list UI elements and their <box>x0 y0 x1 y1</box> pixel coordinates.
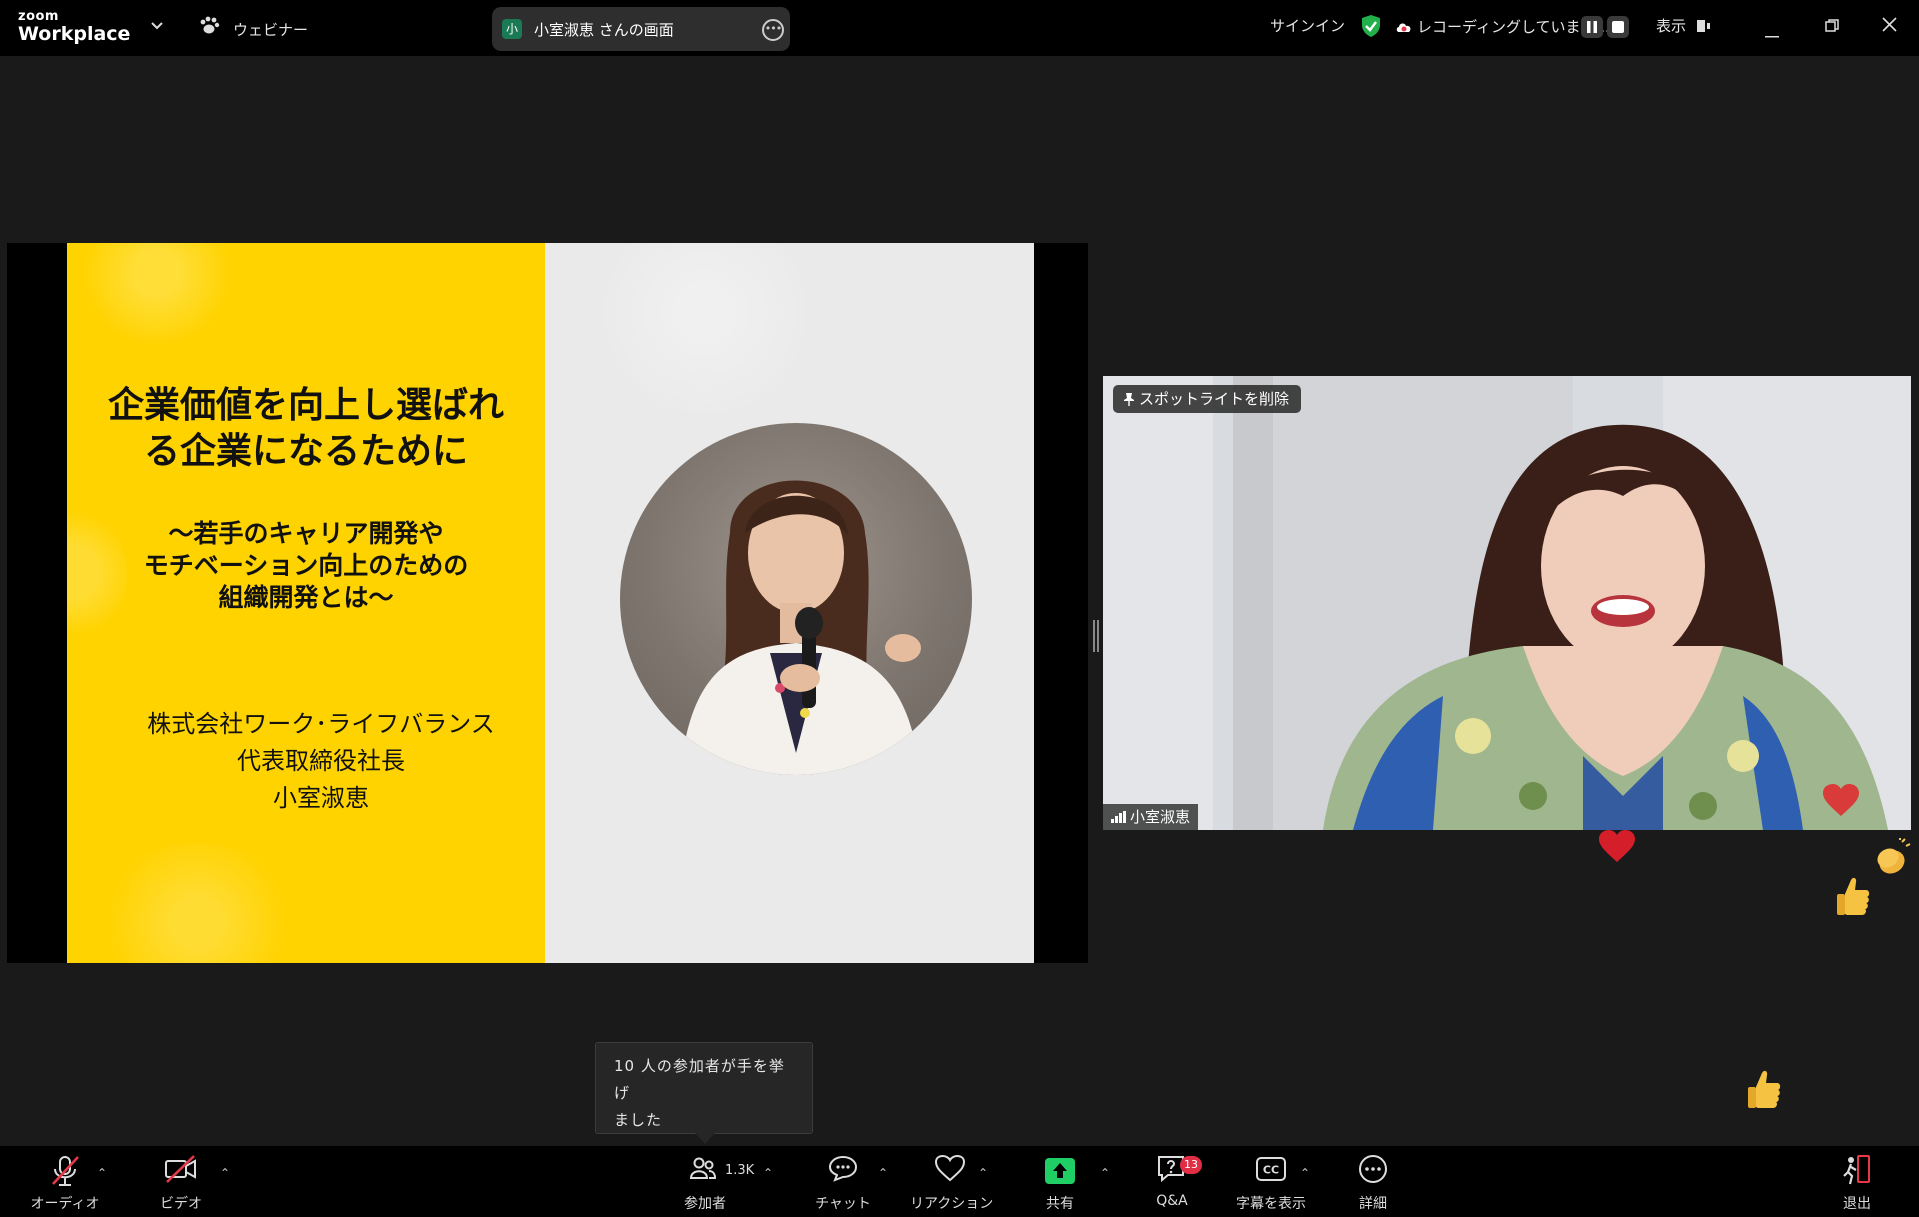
meeting-toolbar: オーディオ ⌃ ビデオ ⌃ 参加者 1.3K ⌃ チャット ⌃ リアクション ⌃… <box>0 1146 1919 1217</box>
reactions-button[interactable]: リアクション <box>910 1146 994 1217</box>
close-icon[interactable] <box>1882 17 1897 36</box>
qa-button[interactable]: 13 Q&A <box>1150 1146 1202 1217</box>
signal-icon <box>1111 811 1126 823</box>
participant-name: 小室淑恵 <box>1130 808 1191 826</box>
share-options-caret[interactable]: ⌃ <box>1100 1166 1110 1180</box>
shared-screen: 企業価値を向上し選ばれ る企業になるために ～若手のキャリア開発や モチベーショ… <box>7 243 1088 963</box>
sharer-avatar: 小 <box>502 19 522 39</box>
cloud-record-icon <box>1395 19 1413 38</box>
logo-big-text: Workplace <box>18 23 131 45</box>
chevron-down-icon[interactable] <box>150 18 164 37</box>
slide-company: 株式会社ワーク･ライフバランス <box>147 710 495 738</box>
paw-icon <box>198 16 220 40</box>
webinar-label[interactable]: ウェビナー <box>233 19 308 40</box>
reactions-options-caret[interactable]: ⌃ <box>978 1166 988 1180</box>
slide-name: 小室淑恵 <box>273 784 369 812</box>
chat-button[interactable]: チャット <box>812 1146 874 1217</box>
participant-video-tile[interactable]: スポットライトを削除 小室淑恵 <box>1103 376 1911 830</box>
audio-button[interactable]: オーディオ <box>28 1146 102 1217</box>
more-label: 詳細 <box>1359 1196 1387 1212</box>
raised-hands-line2: ました <box>614 1111 663 1129</box>
chat-options-caret[interactable]: ⌃ <box>878 1166 888 1180</box>
audio-options-caret[interactable]: ⌃ <box>97 1166 107 1180</box>
decor-blob-bottom <box>97 843 297 963</box>
stop-recording-button[interactable] <box>1607 16 1629 38</box>
leave-button[interactable]: 退出 <box>1836 1146 1878 1217</box>
svg-text:CC: CC <box>1263 1164 1279 1177</box>
heart-icon <box>934 1154 966 1182</box>
screen-share-pill[interactable]: 小 小室淑恵 さんの画面 ••• <box>492 7 790 51</box>
slide-sub-line2: モチベーション向上のための <box>143 551 469 580</box>
captions-label: 字幕を表示 <box>1236 1196 1306 1212</box>
slide-role: 代表取締役社長 <box>237 747 405 775</box>
zoom-workplace-logo: zoom Workplace <box>18 10 130 45</box>
exit-icon <box>1843 1155 1870 1185</box>
more-icon[interactable]: ••• <box>762 19 784 41</box>
audio-label: オーディオ <box>30 1196 100 1212</box>
captions-button[interactable]: CC 字幕を表示 <box>1228 1146 1314 1217</box>
signin-link[interactable]: サインイン <box>1270 15 1345 36</box>
thumbs-up-reaction-icon <box>1746 1069 1782 1115</box>
raised-hands-notification: 10 人の参加者が手を挙げ ました <box>595 1042 813 1134</box>
slide-sub-line1: ～若手のキャリア開発や <box>168 519 444 548</box>
clap-reaction-icon <box>1872 838 1912 884</box>
participant-video-frame <box>1103 376 1911 830</box>
participants-count: 1.3K <box>725 1163 755 1178</box>
slide-presenter-info: 株式会社ワーク･ライフバランス 代表取締役社長 小室淑恵 <box>67 706 545 817</box>
reactions-label: リアクション <box>910 1196 994 1212</box>
video-label: ビデオ <box>160 1196 202 1212</box>
title-bar: zoom Workplace ウェビナー 小 小室淑恵 さんの画面 ••• サイ… <box>0 0 1919 56</box>
participants-button[interactable]: 参加者 <box>670 1146 740 1217</box>
mic-muted-icon <box>52 1156 79 1186</box>
shield-check-icon[interactable] <box>1360 14 1382 42</box>
more-button[interactable]: 詳細 <box>1350 1146 1396 1217</box>
camera-off-icon <box>165 1155 196 1183</box>
chat-label: チャット <box>815 1196 871 1212</box>
participant-name-tag: 小室淑恵 <box>1103 804 1199 830</box>
restore-icon[interactable] <box>1825 18 1839 37</box>
qa-badge: 13 <box>1180 1156 1202 1174</box>
heart-reaction-icon <box>1598 830 1636 870</box>
ellipsis-icon <box>1359 1155 1387 1183</box>
video-options-caret[interactable]: ⌃ <box>220 1166 230 1180</box>
thumbs-up-reaction-icon <box>1835 876 1871 922</box>
stop-icon <box>1612 21 1624 33</box>
pause-recording-button[interactable] <box>1581 16 1603 38</box>
slide-right-panel <box>545 243 1034 963</box>
remove-spotlight-button[interactable]: スポットライトを削除 <box>1113 385 1302 413</box>
leave-label: 退出 <box>1843 1196 1871 1212</box>
pause-icon <box>1587 21 1597 33</box>
minimize-icon[interactable] <box>1765 24 1779 43</box>
slide-title-line2: る企業になるために <box>143 431 468 472</box>
share-up-icon <box>1045 1158 1075 1184</box>
notification-arrow <box>695 1133 715 1144</box>
slide-title: 企業価値を向上し選ばれ る企業になるために <box>67 383 545 475</box>
chat-icon <box>828 1155 858 1182</box>
share-button[interactable]: 共有 <box>1038 1146 1082 1217</box>
qa-label: Q&A <box>1156 1193 1188 1209</box>
participants-label: 参加者 <box>684 1196 726 1212</box>
view-menu-label[interactable]: 表示 <box>1656 15 1686 36</box>
slide-sub-line3: 組織開発とは～ <box>218 583 394 612</box>
pin-icon <box>1124 393 1134 406</box>
presenter-photo <box>620 423 972 775</box>
heart-reaction-icon <box>1822 784 1860 824</box>
raised-hands-line1: 10 人の参加者が手を挙げ <box>614 1057 785 1102</box>
participants-icon <box>690 1157 716 1179</box>
slide-subtitle: ～若手のキャリア開発や モチベーション向上のための 組織開発とは～ <box>67 518 545 614</box>
logo-small-text: zoom <box>18 9 59 24</box>
slide-left-panel: 企業価値を向上し選ばれ る企業になるために ～若手のキャリア開発や モチベーショ… <box>67 243 545 963</box>
cc-icon: CC <box>1256 1157 1286 1181</box>
captions-options-caret[interactable]: ⌃ <box>1300 1166 1310 1180</box>
video-button[interactable]: ビデオ <box>150 1146 212 1217</box>
panel-resize-handle[interactable] <box>1093 620 1099 652</box>
slide-title-line1: 企業価値を向上し選ばれ <box>107 385 504 426</box>
remove-spotlight-label: スポットライトを削除 <box>1139 390 1290 408</box>
screen-share-title: 小室淑恵 さんの画面 <box>534 21 674 39</box>
decor-dots <box>77 243 237 343</box>
participants-options-caret[interactable]: ⌃ <box>763 1166 773 1180</box>
decor-dots-gray <box>585 243 825 413</box>
share-label: 共有 <box>1046 1196 1074 1212</box>
view-icon[interactable] <box>1697 18 1711 37</box>
